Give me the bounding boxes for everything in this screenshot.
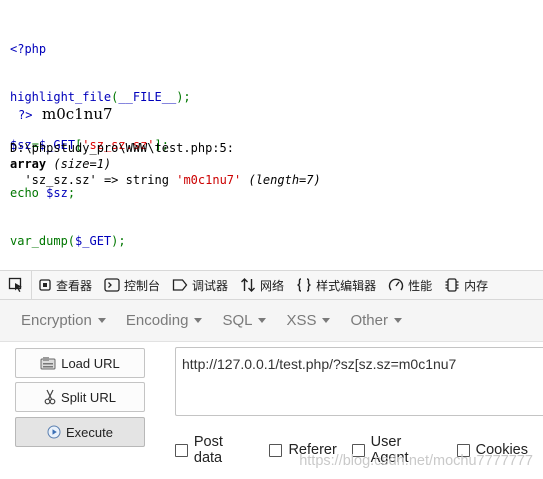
hackbar-panel: Load URL Split URL Execute http://127.0.… (0, 342, 543, 479)
tab-memory[interactable]: 内存 (438, 271, 494, 299)
php-source: <?php highlight_file(__FILE__); $sz=$_GE… (10, 9, 191, 265)
chevron-down-icon (393, 318, 402, 323)
dump-vtype: string (125, 173, 169, 187)
chevron-down-icon (194, 318, 203, 323)
dump-value: 'm0c1nu7' (176, 173, 242, 187)
devtools-toolbar: 查看器 控制台 调试器 网络 样式编辑器 性能 内存 (0, 270, 543, 300)
scissors-icon (44, 389, 56, 405)
source-line-1: <?php (10, 42, 47, 56)
menu-encoding[interactable]: Encoding (119, 307, 210, 334)
tab-console[interactable]: 控制台 (98, 271, 166, 299)
tab-performance[interactable]: 性能 (382, 271, 438, 299)
performance-icon (388, 278, 404, 291)
dump-type: array (10, 157, 47, 171)
element-picker-button[interactable] (0, 271, 32, 299)
tab-label: 查看器 (56, 278, 93, 293)
tab-debugger[interactable]: 调试器 (166, 271, 234, 299)
split-url-button[interactable]: Split URL (15, 382, 145, 412)
menu-label: Encoding (125, 312, 189, 329)
split-url-label: Split URL (61, 389, 116, 405)
menu-other[interactable]: Other (343, 307, 409, 334)
element-picker-icon (8, 277, 22, 292)
tab-label: 性能 (408, 278, 433, 293)
execute-label: Execute (66, 424, 113, 440)
tab-label: 样式编辑器 (316, 278, 377, 293)
console-icon (104, 278, 120, 292)
menu-label: XSS (286, 312, 317, 329)
echo-value: m0c1nu7 (42, 105, 113, 123)
tab-style-editor[interactable]: 样式编辑器 (290, 271, 382, 299)
tab-label: 调试器 (192, 278, 229, 293)
dump-size: (size=1) (53, 157, 112, 171)
load-url-button[interactable]: Load URL (15, 348, 145, 378)
checkbox-box[interactable] (269, 443, 283, 457)
menu-xss[interactable]: XSS (279, 307, 337, 334)
hackbar-menu: Encryption Encoding SQL XSS Other (0, 300, 543, 342)
chevron-down-icon (258, 318, 267, 323)
debugger-icon (172, 279, 188, 291)
style-editor-icon (297, 278, 311, 292)
post-data-checkbox[interactable]: Post data (175, 434, 254, 466)
chevron-down-icon (97, 318, 106, 323)
dump-location: D:\phpstudy_pro\WWW\test.php:5: (10, 141, 234, 155)
echo-output: ?> m0c1nu7 (18, 105, 113, 123)
tab-inspector[interactable]: 查看器 (32, 271, 98, 299)
chevron-down-icon (322, 318, 331, 323)
network-icon (241, 278, 256, 292)
option-label: Post data (193, 434, 223, 466)
php-close-tag: ?> (18, 108, 33, 122)
load-url-icon (40, 357, 56, 370)
url-textarea[interactable]: http://127.0.0.1/test.php/?sz[sz.sz=m0c1… (175, 347, 543, 416)
play-icon (47, 425, 61, 439)
checkbox-box[interactable] (175, 443, 188, 457)
tab-label: 内存 (464, 278, 489, 293)
var-dump-output: D:\phpstudy_pro\WWW\test.php:5: array (s… (10, 140, 321, 188)
url-value: http://127.0.0.1/test.php/?sz[sz.sz=m0c1… (182, 356, 457, 372)
menu-label: Encryption (21, 312, 92, 329)
source-line-5: var_dump($_GET); (10, 234, 126, 248)
tab-network[interactable]: 网络 (234, 271, 290, 299)
dump-arrow: => (103, 173, 119, 187)
menu-sql[interactable]: SQL (215, 307, 273, 334)
load-url-label: Load URL (61, 355, 120, 371)
execute-button[interactable]: Execute (15, 417, 145, 447)
menu-label: Other (350, 312, 388, 329)
dump-length: (length=7) (248, 173, 321, 187)
memory-icon (445, 278, 459, 292)
menu-encryption[interactable]: Encryption (14, 307, 113, 334)
watermark-text: https://blog.csdn.net/mochu7777777 (299, 453, 533, 469)
menu-label: SQL (222, 312, 253, 329)
source-line-2: highlight_file(__FILE__); (10, 90, 191, 104)
inspector-icon (39, 279, 51, 291)
tab-label: 网络 (260, 278, 285, 293)
tab-label: 控制台 (124, 278, 161, 293)
dump-key: 'sz_sz.sz' (24, 173, 97, 187)
